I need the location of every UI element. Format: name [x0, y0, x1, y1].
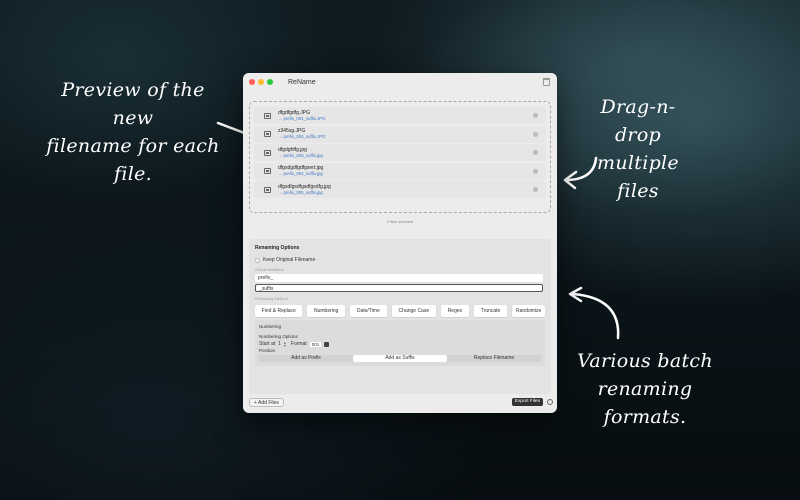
format-label: Format: [290, 341, 307, 347]
file-row[interactable]: dfgdfgdfg.JPG → prefix_001_suffix.JPG: [254, 107, 546, 124]
method-date-time-button[interactable]: Date/Time: [350, 305, 387, 317]
new-filename-preview: → prefix_005_suffix.jpg: [278, 189, 323, 195]
new-filename-preview: → prefix_001_suffix.JPG: [278, 115, 326, 121]
annotation-line: Drag-n-drop: [600, 96, 676, 146]
position-segmented-control: Add as Prefix Add as Suffix Replace File…: [259, 355, 541, 362]
renaming-method-label: Renaming Method: [255, 296, 288, 301]
image-file-icon: [264, 168, 271, 174]
format-dropdown-icon[interactable]: [324, 341, 330, 347]
position-suffix-option[interactable]: Add as Suffix: [353, 355, 447, 362]
files-selected-count: 0 files selected: [386, 219, 414, 224]
renaming-method-buttons: Find & Replace Numbering Date/Time Chang…: [255, 305, 545, 317]
keep-original-label: Keep Original Filename: [263, 257, 316, 263]
method-regex-button[interactable]: Regex: [441, 305, 469, 317]
remove-file-icon[interactable]: [533, 113, 538, 118]
numbering-options-label: Numbering Options: [259, 334, 298, 339]
close-window-button[interactable]: [249, 79, 255, 85]
new-filename-preview: → prefix_004_suffix.jpg: [278, 171, 323, 176]
title-bar: ReName: [243, 73, 557, 91]
start-at-value[interactable]: 1: [278, 341, 281, 347]
position-label: Position: [259, 348, 276, 353]
method-randomize-button[interactable]: Randomize: [512, 305, 545, 317]
annotation-preview: Preview of the new filename for each fil…: [38, 76, 228, 188]
renaming-options-panel: Renaming Options Keep Original Filename …: [249, 239, 551, 394]
prefix-input[interactable]: prefix_: [255, 274, 543, 282]
numbering-panel: Numbering Numbering Options Start at 1 ▴…: [255, 320, 545, 366]
numbering-label: Numbering: [259, 324, 282, 329]
file-drop-zone[interactable]: dfgdfgdfg.JPG → prefix_001_suffix.JPG z3…: [249, 101, 551, 213]
file-row[interactable]: dfgsdfgsdfgsdfgsdfg.jpg → prefix_005_suf…: [254, 181, 546, 198]
minimize-window-button[interactable]: [258, 79, 264, 85]
zoom-window-button[interactable]: [267, 79, 273, 85]
keep-original-checkbox[interactable]: [255, 257, 260, 263]
add-files-button[interactable]: + Add Files: [249, 398, 284, 407]
format-value[interactable]: 001: [309, 341, 322, 347]
annotation-line: filename for each file.: [46, 135, 220, 185]
position-prefix-option[interactable]: Add as Prefix: [259, 355, 353, 362]
file-row[interactable]: z345sg.JPG → prefix_002_suffix.JPG: [254, 125, 546, 143]
trash-icon[interactable]: [543, 78, 550, 86]
image-file-icon: [264, 149, 271, 156]
remove-file-icon[interactable]: [533, 150, 538, 155]
annotation-line: Preview of the new: [61, 79, 205, 129]
remove-file-icon[interactable]: [533, 168, 538, 174]
remove-file-icon[interactable]: [533, 187, 538, 192]
file-row[interactable]: dfgsdgdfgdfgsert.jpg → prefix_004_suffix…: [254, 162, 546, 180]
export-files-button[interactable]: Export Files: [511, 398, 543, 406]
annotation-batch-formats: Various batch renaming formats.: [565, 347, 725, 431]
method-truncate-button[interactable]: Truncate: [473, 305, 508, 317]
window-title: ReName: [288, 78, 316, 86]
method-find-replace-button[interactable]: Find & Replace: [255, 305, 303, 317]
suffix-input[interactable]: _suffix: [255, 284, 543, 292]
renaming-options-title: Renaming Options: [255, 245, 300, 251]
plus-icon: +: [254, 400, 257, 406]
remove-file-icon[interactable]: [533, 131, 538, 137]
annotation-line: renaming formats.: [597, 378, 693, 428]
position-replace-option[interactable]: Replace Filename: [447, 355, 541, 362]
add-files-label: Add Files: [258, 400, 279, 406]
start-at-label: Start at: [259, 341, 276, 347]
info-icon[interactable]: [547, 399, 553, 405]
annotation-line: Various batch: [577, 350, 713, 372]
bottom-bar: + Add Files Export Files: [243, 395, 557, 413]
method-numbering-button[interactable]: Numbering: [307, 305, 346, 317]
image-file-icon: [264, 186, 271, 193]
image-file-icon: [264, 131, 271, 137]
image-file-icon: [264, 112, 271, 119]
app-window: ReName dfgdfgdfg.JPG → prefix_001_suffix…: [243, 73, 557, 413]
file-row[interactable]: dfgdgfdfg.jpg → prefix_003_suffix.jpg: [254, 144, 546, 161]
arrow-right-top-icon: [563, 156, 598, 190]
new-filename-preview: → prefix_003_suffix.jpg: [278, 152, 323, 158]
global-modifiers-label: Global Modifiers: [255, 267, 284, 272]
method-change-case-button[interactable]: Change Case: [391, 305, 437, 317]
start-at-stepper-icon[interactable]: ▴ ▾: [284, 341, 288, 348]
arrow-right-bottom-icon: [568, 286, 620, 340]
new-filename-preview: → prefix_002_suffix.JPG: [278, 134, 326, 139]
